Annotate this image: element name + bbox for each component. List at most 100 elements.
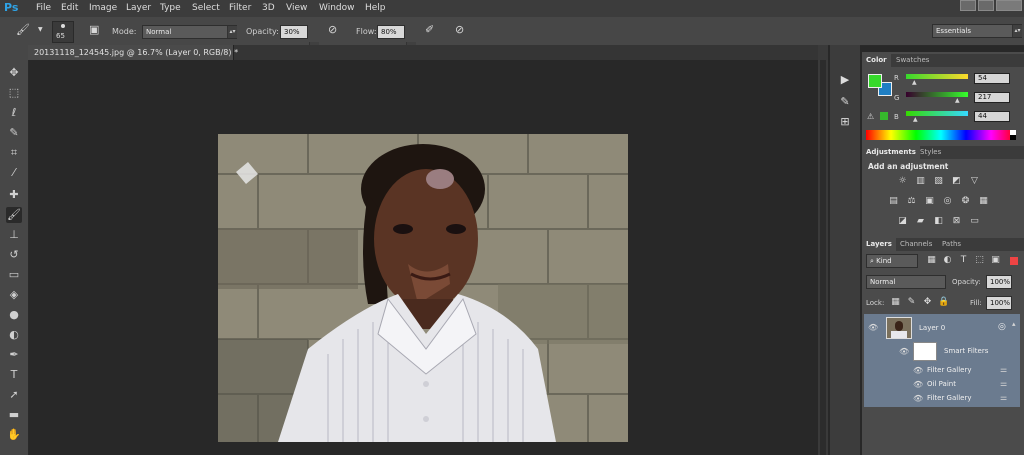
scrollbar-thumb[interactable]	[820, 60, 826, 455]
lasso-tool-icon[interactable]: ℓ	[6, 105, 22, 121]
blur-tool-icon[interactable]: ●	[6, 307, 22, 323]
smart-filter-badge-icon[interactable]: ◎	[998, 322, 1006, 332]
black-white-icon[interactable]: ▣	[924, 196, 935, 207]
close-button[interactable]	[996, 0, 1022, 11]
selective-color-icon[interactable]: ⊠	[951, 216, 962, 227]
filter-adjustment-icon[interactable]: ◐	[942, 255, 953, 266]
lock-transparent-icon[interactable]: ▦	[890, 297, 901, 308]
menu-edit[interactable]: Edit	[61, 3, 78, 13]
history-panel-icon[interactable]: ▶	[837, 73, 853, 89]
menu-type[interactable]: Type	[160, 3, 181, 13]
filter-options-icon[interactable]: ⚌	[1000, 379, 1007, 388]
eyedropper-tool-icon[interactable]: ⁄	[6, 165, 22, 181]
dodge-tool-icon[interactable]: ◐	[6, 327, 22, 343]
clone-stamp-tool-icon[interactable]: ⊥	[6, 227, 22, 243]
tab-paths[interactable]: Paths	[938, 238, 965, 251]
color-lookup-icon[interactable]: ▦	[978, 196, 989, 207]
history-brush-tool-icon[interactable]: ↺	[6, 247, 22, 263]
paint-bucket-tool-icon[interactable]: ◈	[6, 287, 22, 303]
lock-image-icon[interactable]: ✎	[906, 297, 917, 308]
maximize-button[interactable]	[978, 0, 994, 11]
gamut-color-swatch[interactable]	[880, 112, 888, 120]
tab-styles[interactable]: Styles	[916, 146, 945, 159]
menu-window[interactable]: Window	[319, 3, 355, 13]
photo-filter-icon[interactable]: ◎	[942, 196, 953, 207]
eraser-tool-icon[interactable]: ▭	[6, 267, 22, 283]
warning-icon[interactable]: ⚠	[867, 112, 874, 121]
vibrance-icon[interactable]: ▽	[969, 176, 980, 187]
r-value-field[interactable]: 54	[974, 73, 1010, 84]
menu-3d[interactable]: 3D	[262, 3, 275, 13]
menu-layer[interactable]: Layer	[126, 3, 151, 13]
brush-panel-icon[interactable]: ▣	[89, 23, 99, 36]
filter-smart-object-icon[interactable]: ▣	[990, 255, 1001, 266]
menu-file[interactable]: File	[36, 3, 51, 13]
filter-eye-icon[interactable]: 👁	[913, 366, 923, 375]
menu-help[interactable]: Help	[365, 3, 386, 13]
filter-options-icon[interactable]: ⚌	[1000, 393, 1007, 402]
layer-opacity-field[interactable]: 100%	[986, 275, 1012, 289]
menu-select[interactable]: Select	[192, 3, 220, 13]
workspace-select[interactable]: Essentials ▴▾	[932, 24, 1022, 38]
color-spectrum-bar[interactable]	[866, 130, 1016, 140]
filter-toggle[interactable]	[1010, 257, 1018, 265]
menu-filter[interactable]: Filter	[229, 3, 251, 13]
filter-shape-icon[interactable]: ⬚	[974, 255, 985, 266]
hue-saturation-icon[interactable]: ▤	[888, 196, 899, 207]
exposure-icon[interactable]: ◩	[951, 176, 962, 187]
document-tab[interactable]: 20131118_124545.jpg @ 16.7% (Layer 0, RG…	[28, 45, 238, 60]
pen-tool-icon[interactable]: ✒	[6, 347, 22, 363]
posterize-icon[interactable]: ▰	[915, 216, 926, 227]
mode-select[interactable]: Normal ▴▾	[142, 25, 237, 39]
brush-preset-picker[interactable]: 65	[52, 21, 74, 43]
brush-tool-icon[interactable]: 🖌	[6, 207, 22, 223]
smart-filter-mask[interactable]	[913, 342, 937, 361]
foreground-color-swatch[interactable]	[868, 74, 882, 88]
chevron-down-icon[interactable]: ▼	[38, 26, 43, 33]
gradient-map-icon[interactable]: ▭	[969, 216, 980, 227]
levels-icon[interactable]: ▥	[915, 176, 926, 187]
tool-presets-icon[interactable]: ⊞	[837, 115, 853, 131]
path-selection-tool-icon[interactable]: ➚	[6, 387, 22, 403]
filter-item[interactable]: Oil Paint	[927, 380, 956, 388]
filter-type-icon[interactable]: T	[958, 255, 969, 266]
type-tool-icon[interactable]: T	[6, 367, 22, 383]
collapse-arrow-icon[interactable]: ▴	[1012, 320, 1016, 328]
lock-all-icon[interactable]: 🔒	[938, 297, 949, 308]
color-balance-icon[interactable]: ⚖	[906, 196, 917, 207]
hand-tool-icon[interactable]: ✋	[6, 427, 22, 443]
minimize-button[interactable]	[960, 0, 976, 11]
flow-field[interactable]: 80%	[377, 25, 405, 39]
filter-eye-icon[interactable]: 👁	[913, 380, 923, 389]
b-slider-handle[interactable]: ▲	[913, 116, 918, 123]
tab-swatches[interactable]: Swatches	[892, 54, 933, 67]
crop-tool-icon[interactable]: ⌗	[6, 145, 22, 161]
r-slider-handle[interactable]: ▲	[912, 79, 917, 86]
tab-channels[interactable]: Channels	[896, 238, 936, 251]
healing-brush-tool-icon[interactable]: ✚	[6, 187, 22, 203]
tab-color[interactable]: Color	[862, 54, 891, 67]
filter-eye-icon[interactable]: 👁	[913, 394, 923, 403]
brush-tool-icon[interactable]: 🖌	[16, 23, 30, 36]
layer-visibility-eye-icon[interactable]: 👁	[868, 323, 878, 332]
threshold-icon[interactable]: ◧	[933, 216, 944, 227]
menu-view[interactable]: View	[286, 3, 307, 13]
airbrush-icon[interactable]: ✐	[425, 23, 434, 36]
layer-thumbnail[interactable]	[886, 317, 912, 339]
curves-icon[interactable]: ▧	[933, 176, 944, 187]
move-tool-icon[interactable]: ✥	[6, 65, 22, 81]
brightness-contrast-icon[interactable]: ☼	[897, 176, 908, 187]
layer-kind-filter[interactable]: ⌕ Kind	[866, 254, 918, 268]
filter-options-icon[interactable]: ⚌	[1000, 365, 1007, 374]
filter-pixel-icon[interactable]: ▦	[926, 255, 937, 266]
invert-icon[interactable]: ◪	[897, 216, 908, 227]
b-value-field[interactable]: 44	[974, 111, 1010, 122]
g-value-field[interactable]: 217	[974, 92, 1010, 103]
lock-position-icon[interactable]: ✥	[922, 297, 933, 308]
menu-image[interactable]: Image	[89, 3, 117, 13]
layer-name[interactable]: Layer 0	[919, 324, 945, 332]
tab-layers[interactable]: Layers	[862, 238, 896, 251]
layer-blend-mode-select[interactable]: Normal	[866, 275, 946, 289]
filter-item[interactable]: Filter Gallery	[927, 366, 972, 374]
tab-adjustments[interactable]: Adjustments	[862, 146, 920, 159]
